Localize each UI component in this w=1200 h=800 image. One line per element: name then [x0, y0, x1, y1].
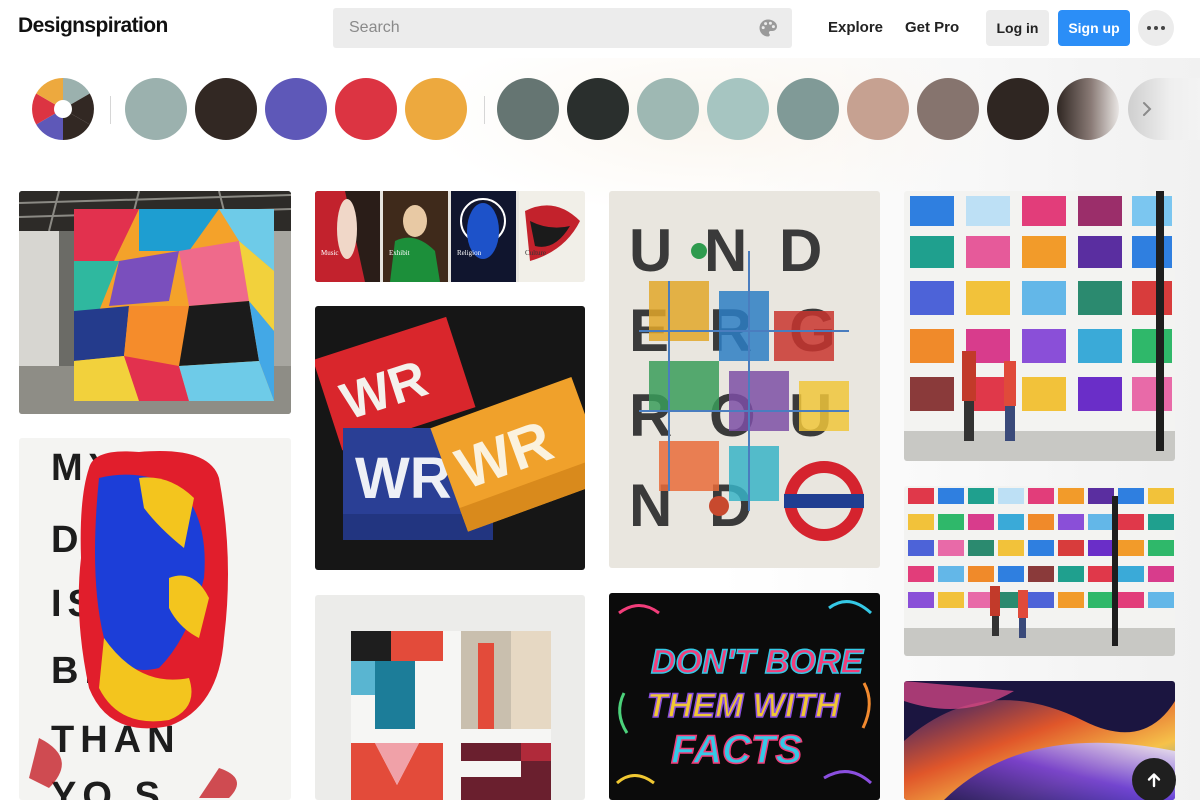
palette-icon[interactable]	[758, 18, 778, 38]
search-bar	[333, 8, 792, 48]
poster-caption: Culture	[525, 249, 546, 257]
time-typography-image[interactable]	[315, 595, 585, 800]
divider	[110, 96, 111, 124]
dont-bore-lettering-image[interactable]: DON'T BORE THEM WITH FACTS	[609, 593, 880, 800]
lettering-line: THEM WITH	[647, 687, 841, 725]
matchbook-logo: WR	[355, 446, 452, 511]
more-colors-button[interactable]	[1128, 78, 1200, 140]
poster-letter: D	[779, 217, 822, 284]
color-swatch[interactable]	[265, 78, 327, 140]
chevron-right-icon	[1143, 102, 1152, 116]
brush-typography-poster-image[interactable]: MY DA US IS BE R THAN YO S	[19, 438, 291, 800]
color-swatch[interactable]	[847, 78, 909, 140]
illustrated-posters-image[interactable]: Music Exhibit Religion Culture	[315, 191, 585, 282]
more-options-button[interactable]	[1138, 10, 1174, 46]
lettering-line: DON'T BORE	[651, 643, 864, 681]
arrow-up-icon	[1147, 773, 1161, 788]
poster-letter: U	[629, 217, 672, 284]
color-swatch-gradient[interactable]	[1057, 78, 1119, 140]
color-swatch[interactable]	[917, 78, 979, 140]
color-swatch[interactable]	[335, 78, 397, 140]
top-header: Designspiration Explore Get Pro Log in S…	[0, 0, 1200, 58]
login-button[interactable]: Log in	[986, 10, 1049, 46]
underground-poster-image[interactable]: U N D E R G R O U N D	[609, 191, 880, 568]
color-swatch[interactable]	[497, 78, 559, 140]
site-logo[interactable]: Designspiration	[18, 14, 168, 38]
wr-matchbooks-image[interactable]: WR WR WR	[315, 306, 585, 570]
color-swatch[interactable]	[195, 78, 257, 140]
color-filter-bar	[0, 58, 1200, 168]
color-swatch[interactable]	[987, 78, 1049, 140]
color-swatch[interactable]	[405, 78, 467, 140]
m-logo-wall-wide-image[interactable]	[904, 486, 1175, 656]
nav-get-pro[interactable]: Get Pro	[905, 19, 959, 36]
signup-button[interactable]: Sign up	[1058, 10, 1130, 46]
lettering-line: FACTS	[671, 728, 802, 772]
poster-line: YO S	[51, 775, 166, 800]
poster-caption: Exhibit	[389, 249, 410, 257]
color-wheel-icon[interactable]	[32, 78, 94, 140]
color-swatch[interactable]	[637, 78, 699, 140]
poster-caption: Religion	[457, 249, 482, 257]
scroll-to-top-button[interactable]	[1132, 758, 1176, 800]
nav-explore[interactable]: Explore	[828, 19, 883, 36]
more-horizontal-icon	[1147, 26, 1151, 30]
poster-letter: N	[704, 217, 747, 284]
geometric-mural-image[interactable]	[19, 191, 291, 414]
color-swatch[interactable]	[707, 78, 769, 140]
color-swatch[interactable]	[567, 78, 629, 140]
color-swatch[interactable]	[777, 78, 839, 140]
divider	[484, 96, 485, 124]
poster-caption: Music	[321, 249, 339, 257]
search-input[interactable]	[333, 8, 733, 48]
color-swatch[interactable]	[125, 78, 187, 140]
m-logo-wall-image[interactable]	[904, 191, 1175, 461]
